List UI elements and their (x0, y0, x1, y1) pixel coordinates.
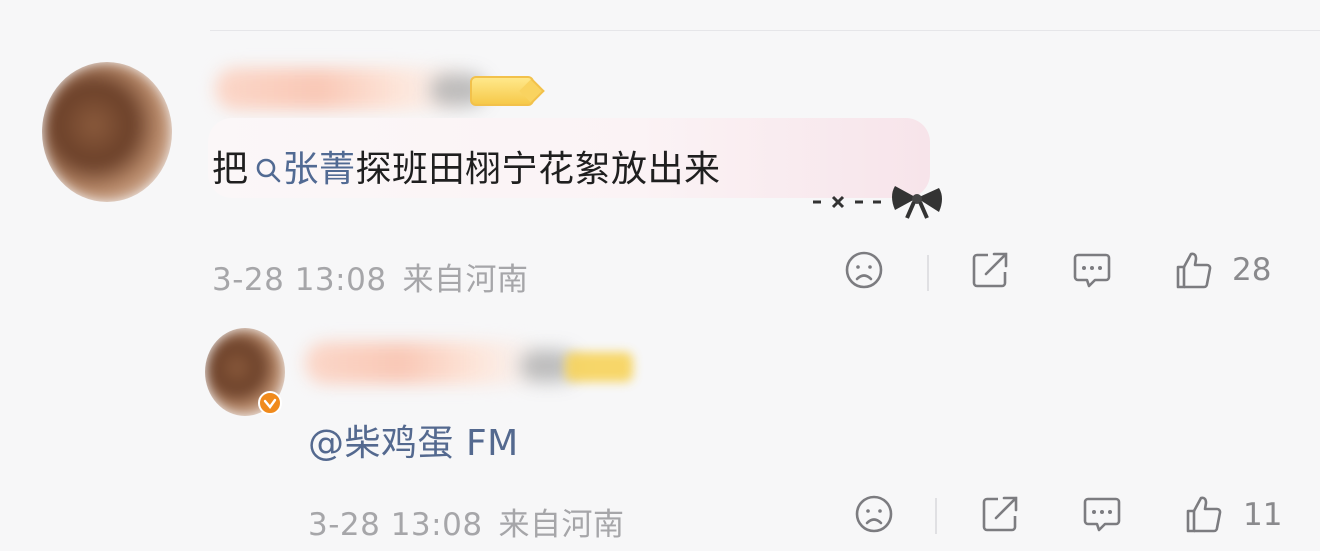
action-separator (927, 255, 929, 291)
comment-text-prefix: 把 (212, 149, 249, 190)
sad-face-icon[interactable] (842, 248, 886, 292)
like-count: 11 (1243, 497, 1283, 533)
reply-username-blurred[interactable] (305, 342, 545, 384)
search-link-text: 张菁 (282, 149, 356, 190)
thumbs-up-icon[interactable] (1172, 248, 1216, 292)
comment-content: 把张菁探班田栩宁花絮放出来 (212, 140, 721, 192)
search-icon (256, 158, 280, 183)
verified-badge-icon (258, 391, 282, 415)
reply-location: 来自河南 (498, 507, 625, 543)
bow-decoration-icon (813, 186, 942, 219)
action-separator (935, 498, 937, 534)
comment-location: 来自河南 (402, 262, 529, 298)
reply-content[interactable]: @柴鸡蛋 FM (308, 414, 519, 466)
share-icon[interactable] (968, 248, 1012, 292)
avatar[interactable] (42, 62, 172, 202)
top-divider (210, 30, 1320, 31)
reply-level-badge (565, 352, 633, 382)
sad-face-icon[interactable] (852, 492, 896, 536)
like-count: 28 (1232, 252, 1272, 288)
level-badge (470, 76, 534, 106)
share-icon[interactable] (978, 492, 1022, 536)
comment-bubble-icon[interactable] (1070, 248, 1114, 292)
reply-meta: 3-28 13:08 来自河南 (308, 499, 625, 544)
comment-text-suffix: 探班田栩宁花絮放出来 (355, 149, 721, 190)
comment-bubble-icon[interactable] (1080, 492, 1124, 536)
thumbs-up-icon[interactable] (1182, 492, 1226, 536)
comment-time: 3-28 13:08 (212, 262, 387, 298)
reply-time: 3-28 13:08 (308, 507, 483, 543)
comment-meta: 3-28 13:08 来自河南 (212, 254, 529, 299)
search-link[interactable]: 张菁 (249, 149, 356, 190)
